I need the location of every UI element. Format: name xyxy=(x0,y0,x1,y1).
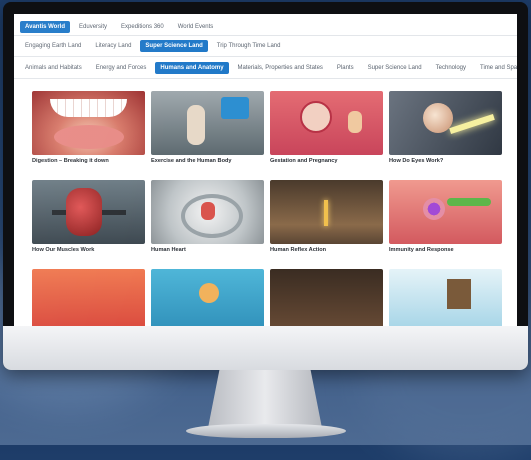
card-title: Human Reflex Action xyxy=(270,247,327,253)
tab-eduversity[interactable]: Eduversity xyxy=(74,21,112,33)
content-card[interactable] xyxy=(270,269,383,326)
content-grid: Digestion – Breaking it down Exercise and… xyxy=(32,91,502,326)
card-title: Exercise and the Human Body xyxy=(151,158,232,164)
card-thumbnail[interactable] xyxy=(270,91,383,155)
card-thumbnail[interactable] xyxy=(32,269,145,326)
tab-materials-properties-states[interactable]: Materials, Properties and States xyxy=(233,62,328,74)
tab-humans-and-anatomy[interactable]: Humans and Anatomy xyxy=(155,61,229,74)
content-card[interactable]: Human Heart xyxy=(151,180,264,269)
content-card[interactable]: How Our Muscles Work xyxy=(32,180,145,269)
tab-world-events[interactable]: World Events xyxy=(173,21,219,33)
content-card[interactable] xyxy=(389,269,502,326)
tab-plants[interactable]: Plants xyxy=(332,62,359,74)
card-thumbnail[interactable] xyxy=(32,180,145,244)
tab-super-science-land-category[interactable]: Super Science Land xyxy=(363,62,427,74)
tab-super-science-land[interactable]: Super Science Land xyxy=(140,40,208,52)
card-thumbnail[interactable] xyxy=(151,180,264,244)
card-title: Gestation and Pregnancy xyxy=(270,158,338,164)
card-thumbnail[interactable] xyxy=(389,91,502,155)
card-thumbnail[interactable] xyxy=(270,269,383,326)
category-nav: Animals and Habitats Energy and Forces H… xyxy=(14,57,517,79)
content-card[interactable]: Immunity and Response xyxy=(389,180,502,269)
primary-nav: Avantis World Eduversity Expeditions 360… xyxy=(14,14,517,36)
tab-energy-and-forces[interactable]: Energy and Forces xyxy=(91,62,152,74)
content-card[interactable] xyxy=(151,269,264,326)
card-title: How Our Muscles Work xyxy=(32,247,95,253)
content-card[interactable]: Gestation and Pregnancy xyxy=(270,91,383,180)
tab-literacy-land[interactable]: Literacy Land xyxy=(90,40,136,52)
tab-trip-through-time-land[interactable]: Trip Through Time Land xyxy=(212,40,286,52)
card-title: How Do Eyes Work? xyxy=(389,158,444,164)
card-thumbnail[interactable] xyxy=(32,91,145,155)
card-title: Human Heart xyxy=(151,247,186,253)
content-card[interactable]: Digestion – Breaking it down xyxy=(32,91,145,180)
card-thumbnail[interactable] xyxy=(389,269,502,326)
content-card[interactable] xyxy=(32,269,145,326)
content-card[interactable]: How Do Eyes Work? xyxy=(389,91,502,180)
card-thumbnail[interactable] xyxy=(389,180,502,244)
content-card[interactable]: Exercise and the Human Body xyxy=(151,91,264,180)
app-screen: Avantis World Eduversity Expeditions 360… xyxy=(14,14,517,326)
tab-time-and-space[interactable]: Time and Space xyxy=(475,62,517,74)
monitor-stand xyxy=(208,370,322,428)
card-thumbnail[interactable] xyxy=(270,180,383,244)
tab-expeditions-360[interactable]: Expeditions 360 xyxy=(116,21,169,33)
monitor-chin xyxy=(3,326,528,370)
content-card[interactable]: Human Reflex Action xyxy=(270,180,383,269)
land-nav: Engaging Earth Land Literacy Land Super … xyxy=(14,36,517,57)
monitor-base xyxy=(186,424,346,438)
tab-animals-and-habitats[interactable]: Animals and Habitats xyxy=(20,62,87,74)
tab-technology[interactable]: Technology xyxy=(431,62,471,74)
tab-avantis-world[interactable]: Avantis World xyxy=(20,20,71,33)
card-thumbnail[interactable] xyxy=(151,269,264,326)
card-title: Digestion – Breaking it down xyxy=(32,158,109,164)
card-thumbnail[interactable] xyxy=(151,91,264,155)
tab-engaging-earth-land[interactable]: Engaging Earth Land xyxy=(20,40,86,52)
card-title: Immunity and Response xyxy=(389,247,454,253)
